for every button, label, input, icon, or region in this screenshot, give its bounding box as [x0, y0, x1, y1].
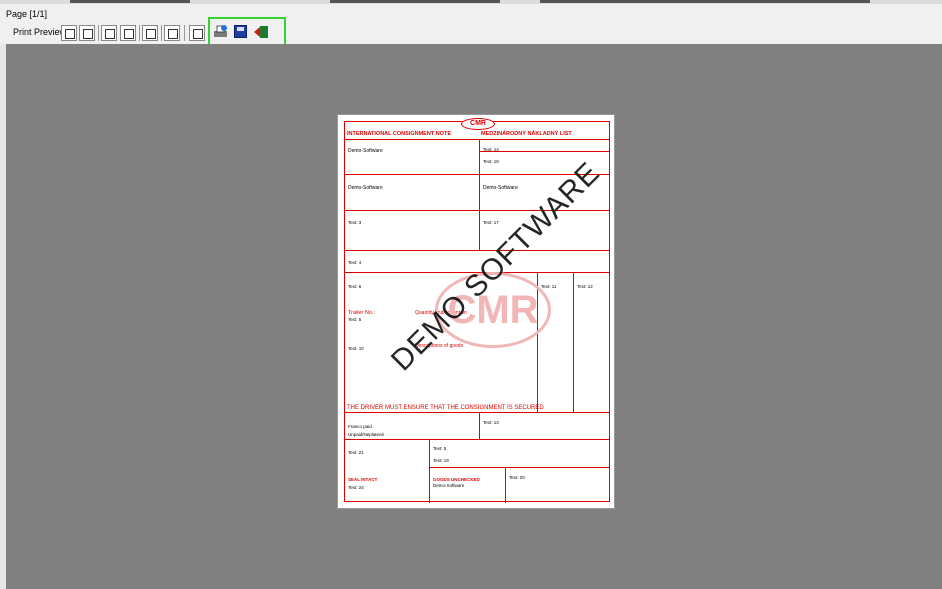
- franco-paid: Franco paid: [348, 424, 372, 429]
- field-24: Text: 24: [348, 485, 364, 490]
- page-indicator: Page [1/1]: [6, 9, 48, 19]
- window-top-strip: [0, 0, 942, 4]
- goods-unchecked: GOODS UNCHECKED: [433, 477, 480, 482]
- print-preview-label: Print Preview: [13, 27, 67, 37]
- print-preview-toolbar: Print Preview: [0, 22, 942, 45]
- go-to-page-icon[interactable]: [142, 25, 158, 41]
- field-20: Text: 20: [509, 475, 525, 480]
- seal-intact: SEAL INTACT: [348, 477, 378, 482]
- demo-bottom: Demo-Software: [433, 483, 465, 488]
- field-14: Text: 14: [483, 147, 499, 152]
- field-4: Text: 4: [348, 260, 362, 265]
- field-17: Text: 17: [483, 220, 499, 225]
- document-page: CMR INTERNATIONAL CONSIGNMENT NOTE MEDZI…: [337, 114, 615, 509]
- carrier-name: Demo-Software: [483, 185, 518, 191]
- page-setup-icon[interactable]: [164, 25, 180, 41]
- field-19: Text: 19: [433, 458, 449, 463]
- cmr-form: CMR INTERNATIONAL CONSIGNMENT NOTE MEDZI…: [344, 118, 610, 503]
- field-6: Text: 6: [348, 284, 362, 289]
- trailer-label: Trailer No.:: [348, 310, 375, 316]
- next-page-icon[interactable]: [101, 25, 117, 41]
- header-left: INTERNATIONAL CONSIGNMENT NOTE: [347, 131, 451, 137]
- cmr-logo: CMR: [461, 118, 495, 130]
- field-18: Text: 18: [483, 159, 499, 164]
- field-5: Text: 5: [433, 446, 447, 451]
- driver-note: THE DRIVER MUST ENSURE THAT THE CONSIGNM…: [347, 405, 544, 411]
- unpaid-label: Unpaid/Neplatené: [348, 432, 385, 437]
- toolbar-separator: [98, 25, 99, 41]
- header-right: MEDZINÁRODNÝ NÁKLADNÝ LIST: [481, 131, 572, 137]
- toolbar-separator: [139, 25, 140, 41]
- toolbar-separator: [161, 25, 162, 41]
- field-22: Text: 21: [348, 450, 364, 455]
- field-13: Text: 13: [483, 420, 499, 425]
- previous-page-icon[interactable]: [79, 25, 95, 41]
- sender-name: Demo-Software: [348, 148, 383, 154]
- field-10: Text: 10: [348, 346, 364, 351]
- zoom-icon[interactable]: [189, 25, 205, 41]
- field-12: Text: 12: [577, 284, 593, 289]
- last-page-icon[interactable]: [120, 25, 136, 41]
- toolbar-separator: [184, 25, 185, 41]
- consignee-name: Demo-Software: [348, 185, 383, 191]
- field-11: Text: 11: [541, 284, 557, 289]
- field-3: Text: 3: [348, 220, 362, 225]
- trailer-value: Text: 5: [348, 317, 362, 322]
- first-page-icon[interactable]: [61, 25, 77, 41]
